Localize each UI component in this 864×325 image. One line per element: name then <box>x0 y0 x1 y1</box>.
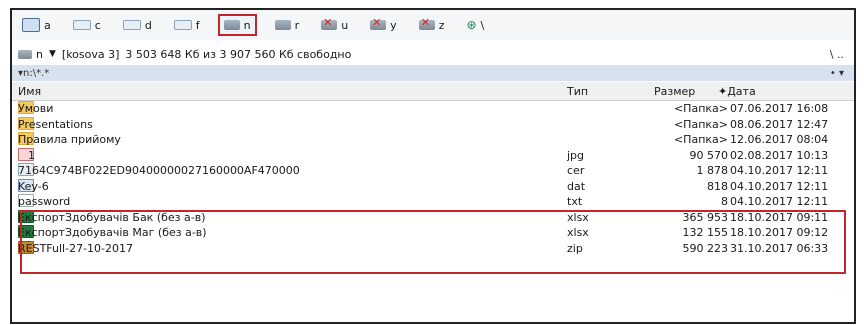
path-filter-bar[interactable]: ▾n:\*.* • ▾ <box>12 65 854 81</box>
column-header-date[interactable]: ✦Дата <box>718 85 756 98</box>
drive-button-r[interactable]: r <box>271 14 304 36</box>
file-date: 12.06.2017 08:04 <box>730 133 829 146</box>
file-name: 1 <box>28 148 35 162</box>
file-date: 07.06.2017 16:08 <box>730 102 829 115</box>
current-drive-label: n <box>36 47 43 61</box>
file-name: Key-6 <box>18 179 49 193</box>
file-row[interactable]: Умови <Папка> 07.06.2017 16:08 <box>12 101 854 117</box>
drive-button-network[interactable]: ⊛ \ <box>462 14 488 36</box>
volume-label: [kosova 3] <box>61 47 120 61</box>
file-row[interactable]: Правила прийому <Папка> 12.06.2017 08:04 <box>12 132 854 148</box>
drive-label: n <box>243 18 251 32</box>
drive-label: a <box>44 18 51 32</box>
file-type: cer <box>567 164 585 177</box>
file-row[interactable]: password txt 8 04.10.2017 12:11 <box>12 194 854 210</box>
file-type: jpg <box>567 148 585 162</box>
drive-button-u[interactable]: u <box>317 14 352 36</box>
file-size: 132 155 <box>682 226 729 239</box>
history-dropdown[interactable]: • ▾ <box>830 68 844 79</box>
drive-label: z <box>438 18 445 32</box>
file-type: xlsx <box>567 210 589 224</box>
file-size: <Папка> <box>673 102 728 115</box>
file-date: 18.10.2017 09:11 <box>730 210 829 224</box>
drive-label: d <box>144 18 152 32</box>
drive-label: r <box>294 18 300 32</box>
drive-button-n[interactable]: n <box>217 14 257 36</box>
file-row[interactable]: 7164C974BF022ED90400000027160000AF470000… <box>12 163 854 179</box>
file-date: 02.08.2017 10:13 <box>730 148 829 162</box>
file-row[interactable]: RESTFull-27-10-2017 zip 590 223 31.10.20… <box>12 240 854 257</box>
drive-button-d[interactable]: d <box>119 14 156 36</box>
drive-button-f[interactable]: f <box>170 14 204 36</box>
file-name: password <box>18 195 71 208</box>
file-date: 31.10.2017 06:33 <box>730 241 829 255</box>
column-header-type[interactable]: Тип <box>567 85 588 98</box>
file-name: Умови <box>18 102 54 115</box>
file-size: 8 <box>721 195 728 208</box>
drive-dropdown-icon[interactable]: ▼ <box>49 49 56 59</box>
file-date: 08.06.2017 12:47 <box>730 117 829 131</box>
column-header-size[interactable]: Размер <box>654 85 695 98</box>
file-name: ЕкспортЗдобувачів Маг (без а-в) <box>18 226 207 239</box>
drive-label: y <box>390 18 397 32</box>
disconnected-network-drive-icon <box>321 16 338 30</box>
drive-toolbar: a c d f n r u y z ⊛\ <box>12 10 854 40</box>
drive-label: u <box>341 18 349 32</box>
file-list: Умови <Папка> 07.06.2017 16:08 Presentat… <box>12 101 854 256</box>
file-name: Правила прийому <box>18 133 121 146</box>
free-space-text: 3 503 648 Кб из 3 907 560 Кб свободно <box>125 47 352 61</box>
removable-drive-icon <box>173 20 192 30</box>
network-globe-icon: ⊛ <box>466 18 477 32</box>
file-name: RESTFull-27-10-2017 <box>18 241 134 255</box>
file-size: 365 953 <box>682 210 729 224</box>
network-drive-icon <box>274 20 291 30</box>
drive-button-y[interactable]: y <box>366 14 401 36</box>
file-size: <Папка> <box>673 133 728 146</box>
file-row[interactable]: ЕкспортЗдобувачів Маг (без а-в) xlsx 132… <box>12 225 854 241</box>
disconnected-network-drive-icon <box>370 16 387 30</box>
file-type: zip <box>567 241 583 255</box>
column-header-name[interactable]: Имя <box>18 85 41 98</box>
drive-label: f <box>195 18 200 32</box>
drive-label: c <box>94 18 101 32</box>
file-manager-window: a c d f n r u y z ⊛\ n ▼ [kosova 3] 3 50… <box>10 8 856 324</box>
file-size: 90 570 <box>689 148 729 162</box>
file-date: 18.10.2017 09:12 <box>730 226 829 239</box>
drive-button-c[interactable]: c <box>69 14 105 36</box>
hard-drive-icon <box>72 20 91 30</box>
file-size: <Папка> <box>673 117 728 131</box>
root-parent-buttons[interactable]: \ .. <box>830 48 844 61</box>
file-name: 7164C974BF022ED90400000027160000AF470000 <box>18 164 300 177</box>
file-type: xlsx <box>567 226 589 239</box>
floppy-disk-icon <box>22 18 40 32</box>
file-size: 1 878 <box>696 164 729 177</box>
file-size: 590 223 <box>682 241 729 255</box>
file-date: 04.10.2017 12:11 <box>730 164 829 177</box>
file-date: 04.10.2017 12:11 <box>730 179 829 193</box>
file-row[interactable]: 1 jpg 90 570 02.08.2017 10:13 <box>12 147 854 164</box>
file-row[interactable]: Presentations <Папка> 08.06.2017 12:47 <box>12 116 854 133</box>
drive-label: \ <box>480 18 485 32</box>
network-drive-icon <box>223 20 240 30</box>
file-name: Presentations <box>18 117 93 131</box>
disconnected-network-drive-icon <box>418 16 435 30</box>
drive-button-z[interactable]: z <box>415 14 449 36</box>
file-row[interactable]: ЕкспортЗдобувачів Бак (без а-в) xlsx 365… <box>12 209 854 226</box>
file-type: dat <box>567 179 586 193</box>
file-date: 04.10.2017 12:11 <box>730 195 829 208</box>
file-type: txt <box>567 195 583 208</box>
network-drive-icon <box>18 49 32 59</box>
file-name: ЕкспортЗдобувачів Бак (без а-в) <box>18 210 206 224</box>
drive-button-a[interactable]: a <box>18 14 55 36</box>
path-filter-text: ▾n:\*.* <box>18 67 50 79</box>
hard-drive-icon <box>122 20 141 30</box>
file-size: 818 <box>707 179 728 193</box>
drive-info-bar: n ▼ [kosova 3] 3 503 648 Кб из 3 907 560… <box>12 44 854 64</box>
column-header-row: Имя Тип Размер ✦Дата <box>12 82 854 101</box>
file-row[interactable]: Key-6 dat 818 04.10.2017 12:11 <box>12 178 854 195</box>
